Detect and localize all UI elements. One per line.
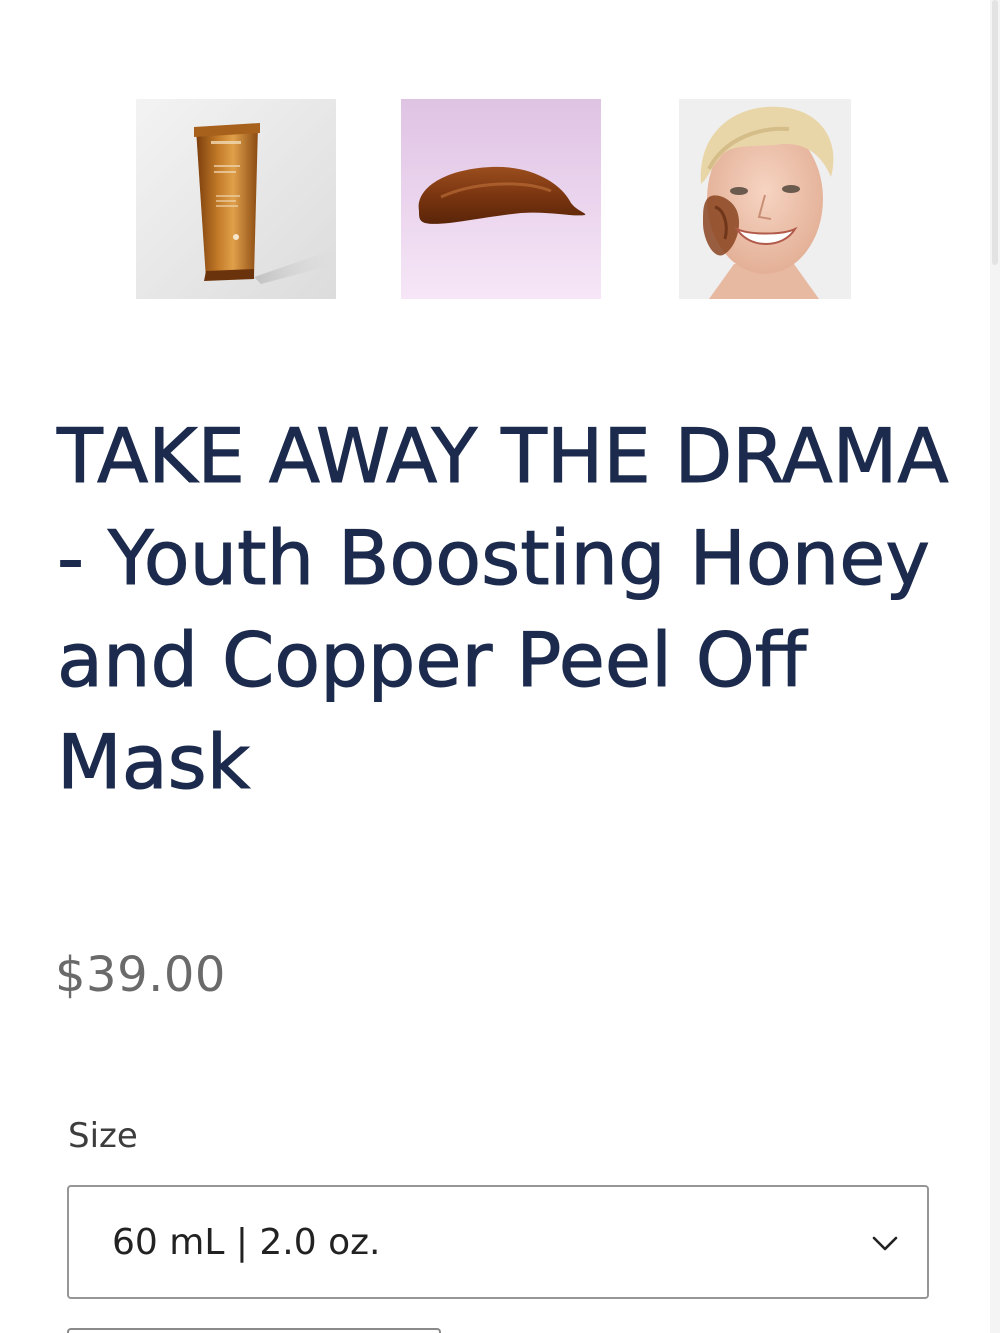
quantity-or-next-control-edge[interactable] [67,1328,441,1333]
product-gallery-thumbnails [0,99,1000,299]
size-selected-value: 60 mL | 2.0 oz. [112,1222,381,1263]
model-photo-image [679,99,851,299]
model-wearing-mask-thumbnail[interactable] [679,99,851,299]
product-tube-image [136,99,336,299]
product-title: TAKE AWAY THE DRAMA - Youth Boosting Hon… [57,412,950,807]
texture-swatch-image [401,99,601,299]
product-price: $39.00 [55,947,226,1003]
size-select-dropdown[interactable]: 60 mL | 2.0 oz. [67,1185,929,1299]
size-label: Size [68,1116,138,1156]
product-page: TAKE AWAY THE DRAMA - Youth Boosting Hon… [0,0,1000,1333]
product-tube-thumbnail[interactable] [136,99,336,299]
chevron-down-icon [872,1236,898,1251]
product-texture-swatch-thumbnail[interactable] [401,99,601,299]
